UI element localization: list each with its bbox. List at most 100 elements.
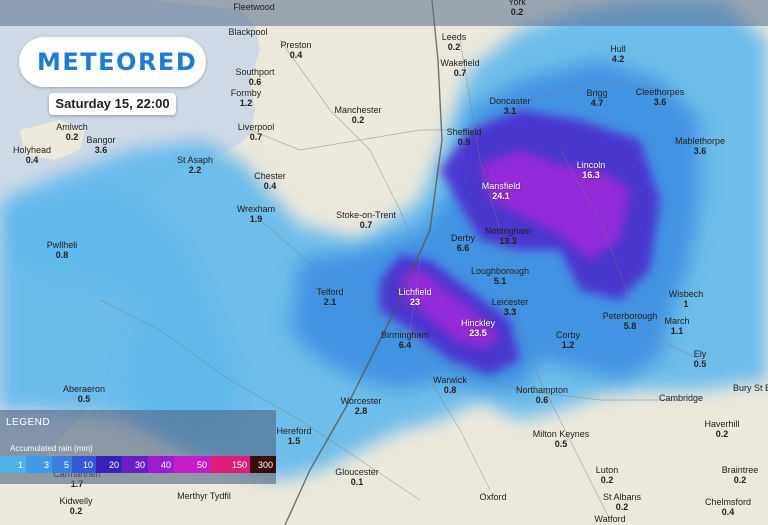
rain-amount: 0.4	[721, 507, 735, 517]
legend-item-30: 30	[122, 456, 148, 473]
city-label: St Albans 0.2	[603, 492, 641, 512]
city-name: Chelmsford	[704, 497, 752, 507]
rain-amount: 0.2	[447, 42, 461, 52]
city-label: Milton Keynes 0.5	[533, 429, 590, 449]
city-name: Aberaeron	[62, 384, 106, 394]
logo-text: METEORED	[37, 48, 198, 76]
city-name: Mablethorpe	[674, 136, 726, 146]
city-name: Leicester	[491, 297, 529, 307]
rain-amount: 0.5	[554, 439, 568, 449]
city-name: Wakefield	[440, 58, 480, 68]
city-label: Stoke-on-Trent 0.7	[336, 210, 396, 230]
city-label: Loughborough 5.1	[471, 266, 529, 286]
city-label: Luton 0.2	[596, 465, 619, 485]
city-name: Hull	[610, 44, 626, 54]
legend-item-5: 5	[52, 456, 72, 473]
city-label: Formby 1.2	[231, 88, 262, 108]
city-label: March 1.1	[664, 316, 689, 336]
city-label: Leeds 0.2	[442, 32, 467, 52]
city-name: Oxford	[479, 492, 507, 502]
rain-amount: 0.8	[55, 250, 69, 260]
legend-item-50: 50	[174, 456, 210, 473]
city-name: Lincoln	[576, 160, 606, 170]
legend-title: LEGEND	[6, 417, 51, 428]
city-label: Chelmsford 0.4	[705, 497, 751, 517]
city-name: Ely	[693, 349, 707, 359]
city-label: Telford 2.1	[316, 287, 343, 307]
city-name: St Asaph	[176, 155, 214, 165]
rain-amount: 0.2	[69, 506, 83, 516]
city-name: Luton	[595, 465, 619, 475]
city-name: Merthyr Tydfil	[177, 491, 231, 501]
city-name: Sheffield	[446, 127, 482, 137]
rain-amount: 1.2	[239, 98, 253, 108]
rain-amount: 0.5	[693, 359, 707, 369]
city-label: Nottingham 13.3	[485, 226, 531, 246]
city-label: Mablethorpe 3.6	[675, 136, 725, 156]
rain-amount: 0.6	[248, 77, 262, 87]
city-name: Birmingham	[380, 330, 430, 340]
rain-amount: 1	[683, 299, 689, 309]
city-label: Haverhill 0.2	[704, 419, 739, 439]
legend-panel[interactable]: LEGEND Accumulated rain (mm) 1 3 5 10 20 30 40…	[0, 410, 276, 484]
city-name: Bury St E	[732, 383, 768, 393]
city-name: Northampton	[515, 385, 569, 395]
legend-item-1: 1	[0, 456, 26, 473]
city-name: Warwick	[433, 375, 467, 385]
rain-amount: 23	[409, 297, 420, 307]
city-name: Corby	[555, 330, 581, 340]
city-label: Fleetwood	[233, 2, 275, 12]
city-label: Manchester 0.2	[334, 105, 381, 125]
rain-amount: 5.1	[493, 276, 507, 286]
legend-scale: 1 3 5 10 20 30 40 50 150 300	[0, 456, 276, 473]
city-name: Watford	[594, 514, 626, 524]
rain-amount: 2.1	[323, 297, 337, 307]
rain-amount: 3.6	[653, 97, 667, 107]
meteored-logo[interactable]: METEORED	[19, 37, 206, 87]
city-label: Lichfield 23	[398, 287, 431, 307]
rain-amount: 0.7	[359, 220, 373, 230]
city-label: Blackpool	[228, 27, 267, 37]
rain-amount: 0.8	[443, 385, 457, 395]
city-name: Holyhead	[12, 145, 52, 155]
city-name: Formby	[230, 88, 262, 98]
rain-amount: 4.7	[590, 98, 604, 108]
rain-amount: 0.2	[600, 475, 614, 485]
legend-item-40: 40	[148, 456, 174, 473]
city-name: Hereford	[276, 426, 312, 436]
city-label: Mansfield 24.1	[482, 181, 521, 201]
city-label: Worcester 2.8	[341, 396, 382, 416]
city-name: Hinckley	[460, 318, 496, 328]
city-label: Hereford 1.5	[276, 426, 311, 446]
rain-amount: 0.7	[249, 132, 263, 142]
city-name: Brigg	[586, 88, 608, 98]
city-label: Kidwelly 0.2	[59, 496, 92, 516]
city-name: Amlwch	[56, 122, 88, 132]
city-name: Chester	[254, 171, 286, 181]
city-label: Sheffield 0.9	[447, 127, 482, 147]
legend-item-300: 300	[250, 456, 276, 473]
city-label: Northampton 0.6	[516, 385, 568, 405]
city-name: Cambridge	[658, 393, 704, 403]
rain-amount: 0.4	[263, 181, 277, 191]
city-label: Southport 0.6	[235, 67, 274, 87]
city-label: Leicester 3.3	[492, 297, 529, 317]
rain-amount: 0.2	[510, 7, 524, 17]
city-name: Worcester	[340, 396, 382, 406]
city-label: Bangor 3.6	[86, 135, 115, 155]
city-name: Braintree	[721, 465, 759, 475]
city-name: St Albans	[602, 492, 642, 502]
rain-amount: 4.2	[611, 54, 625, 64]
city-name: Stoke-on-Trent	[336, 210, 396, 220]
rain-amount: 3.6	[693, 146, 707, 156]
legend-item-10: 10	[72, 456, 96, 473]
city-name: Pwllheli	[46, 240, 78, 250]
city-label: Gloucester 0.1	[335, 467, 379, 487]
city-label: Brigg 4.7	[586, 88, 607, 108]
city-label: Ely 0.5	[694, 349, 707, 369]
rain-amount: 13.3	[499, 236, 517, 246]
rain-amount: 3.1	[503, 106, 517, 116]
city-name: Doncaster	[489, 96, 531, 106]
city-name: Nottingham	[484, 226, 532, 236]
city-label: Pwllheli 0.8	[47, 240, 78, 260]
